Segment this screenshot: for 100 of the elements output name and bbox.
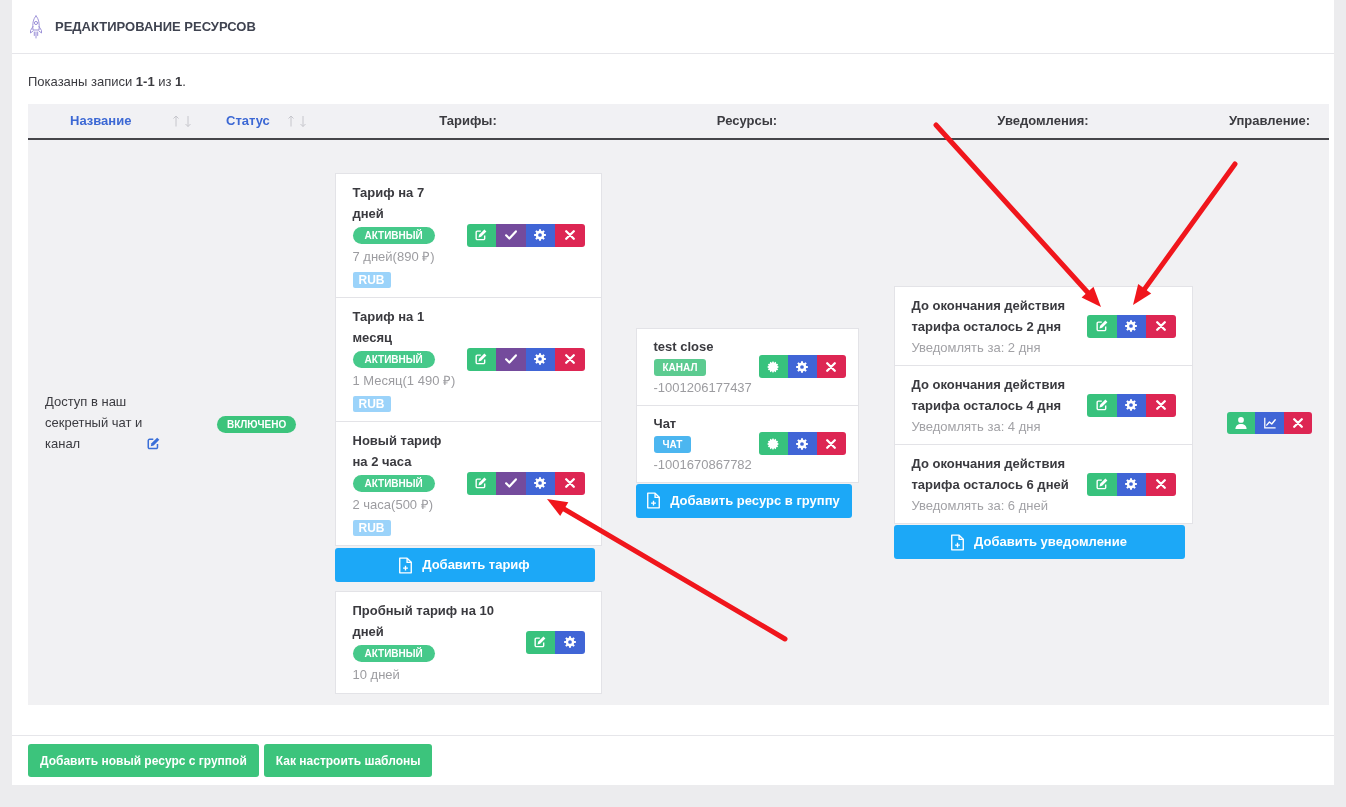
rocket-icon <box>28 14 44 39</box>
page-title: РЕДАКТИРОВАНИЕ РЕСУРСОВ <box>55 17 256 36</box>
cross-icon <box>1155 400 1166 410</box>
file-plus-icon <box>647 492 661 509</box>
user-icon <box>1235 416 1247 429</box>
cross-icon <box>564 230 575 240</box>
resource-title: Чат <box>653 414 677 433</box>
user-button[interactable] <box>1226 411 1256 434</box>
type-badge: ЧАТ <box>653 435 692 453</box>
starburst-button[interactable] <box>758 355 788 378</box>
cross-icon <box>564 354 575 364</box>
settings-button[interactable] <box>1116 472 1146 496</box>
resource-id: -1001670867782 <box>653 455 752 474</box>
resource-name: Доступ в наш секретный чат и канал <box>45 393 144 453</box>
status-badge: АКТИВНЫЙ <box>352 227 435 244</box>
add-resource-button[interactable]: Добавить ресурс в группу <box>635 483 852 518</box>
settings-icon <box>534 477 547 489</box>
records-summary: Показаны записи 1-1 из 1. <box>28 73 187 91</box>
cross-icon <box>564 478 575 488</box>
tariff-period: 1 Месяц(1 490 ₽) <box>352 372 456 390</box>
settings-button[interactable] <box>787 432 817 455</box>
settings-icon <box>563 636 576 648</box>
starburst-icon <box>767 360 779 373</box>
action-button[interactable]: Добавить новый ресурс с группой <box>28 744 259 777</box>
column-header: Ресурсы: <box>716 112 778 131</box>
settings-icon <box>796 437 808 450</box>
settings-icon <box>1125 320 1138 332</box>
delete-button[interactable] <box>1283 411 1313 434</box>
column-header: Управление: <box>1228 112 1311 131</box>
settings-icon <box>796 360 808 373</box>
starburst-button[interactable] <box>758 432 788 455</box>
check-icon <box>504 229 517 241</box>
column-header: Уведомления: <box>997 112 1089 131</box>
delete-button[interactable] <box>1146 393 1176 417</box>
add-tariff-button[interactable]: Добавить тариф <box>334 548 595 582</box>
settings-button[interactable] <box>787 355 817 378</box>
notification-title: До окончания действия тарифа осталось 4 дня <box>911 376 1066 415</box>
resource-id: -1001206177437 <box>653 378 752 397</box>
file-plus-icon <box>951 533 965 551</box>
settings-button[interactable] <box>555 630 585 654</box>
type-badge: КАНАЛ <box>653 358 707 376</box>
file-plus-icon <box>399 556 413 574</box>
action-button[interactable]: Как настроить шаблоны <box>263 744 433 777</box>
settings-icon <box>534 229 547 241</box>
currency-badge: RUB <box>352 396 391 412</box>
settings-icon <box>534 353 547 365</box>
tariff-title: Новый тариф на 2 часа <box>352 432 443 471</box>
settings-button[interactable] <box>525 347 555 371</box>
tariff-period: 2 часа(500 ₽) <box>352 496 434 514</box>
cross-icon <box>1293 417 1303 428</box>
delete-button[interactable] <box>555 223 585 247</box>
edit-icon <box>475 477 488 489</box>
status-badge: АКТИВНЫЙ <box>352 475 435 492</box>
status-badge: АКТИВНЫЙ <box>352 645 435 662</box>
delete-button[interactable] <box>1146 472 1176 496</box>
line-chart-icon <box>1263 416 1276 429</box>
notification-subtitle: Уведомлять за: 6 дней <box>911 497 1048 515</box>
confirm-button[interactable] <box>496 223 526 247</box>
delete-button[interactable] <box>1146 314 1176 338</box>
currency-badge: RUB <box>352 272 391 288</box>
starburst-icon <box>767 437 779 450</box>
cross-icon <box>826 438 836 449</box>
chart-button[interactable] <box>1255 411 1284 434</box>
edit-icon <box>1095 320 1108 332</box>
cross-icon <box>826 361 836 372</box>
delete-button[interactable] <box>816 432 846 455</box>
cross-icon <box>1155 479 1166 489</box>
column-header[interactable]: Статус <box>226 111 270 131</box>
confirm-button[interactable] <box>496 471 526 495</box>
column-header: Тарифы: <box>439 112 497 131</box>
notification-subtitle: Уведомлять за: 2 дня <box>911 339 1041 357</box>
tariff-period: 10 дней <box>352 666 400 684</box>
confirm-button[interactable] <box>496 347 526 371</box>
delete-button[interactable] <box>555 471 585 495</box>
notification-subtitle: Уведомлять за: 4 дня <box>911 418 1041 436</box>
edit-icon <box>1095 478 1108 490</box>
settings-button[interactable] <box>525 223 555 247</box>
tariff-title: Тариф на 1 месяц <box>352 308 426 347</box>
settings-icon <box>1125 399 1138 411</box>
status-badge: ВКЛЮЧЕНО <box>217 415 297 433</box>
check-icon <box>504 353 517 365</box>
delete-button[interactable] <box>816 355 846 378</box>
edit-icon[interactable] <box>147 437 160 450</box>
notification-title: До окончания действия тарифа осталось 6 дней <box>911 455 1070 494</box>
cross-icon <box>1155 321 1166 331</box>
status-badge: АКТИВНЫЙ <box>352 351 435 368</box>
edit-icon <box>1095 399 1108 411</box>
tariff-title: Тариф на 7 дней <box>352 184 426 223</box>
add-notification-button[interactable]: Добавить уведомление <box>893 525 1185 559</box>
tariff-period: 7 дней(890 ₽) <box>352 248 435 266</box>
check-icon <box>504 477 517 489</box>
settings-button[interactable] <box>1116 393 1146 417</box>
edit-icon <box>475 229 488 241</box>
column-header[interactable]: Название <box>70 111 132 131</box>
delete-button[interactable] <box>555 347 585 371</box>
notification-title: До окончания действия тарифа осталось 2 дня <box>911 297 1066 336</box>
edit-icon <box>534 636 547 648</box>
currency-badge: RUB <box>352 520 391 536</box>
resource-title: test close <box>653 337 714 356</box>
tariff-title: Пробный тариф на 10 дней <box>352 602 495 641</box>
